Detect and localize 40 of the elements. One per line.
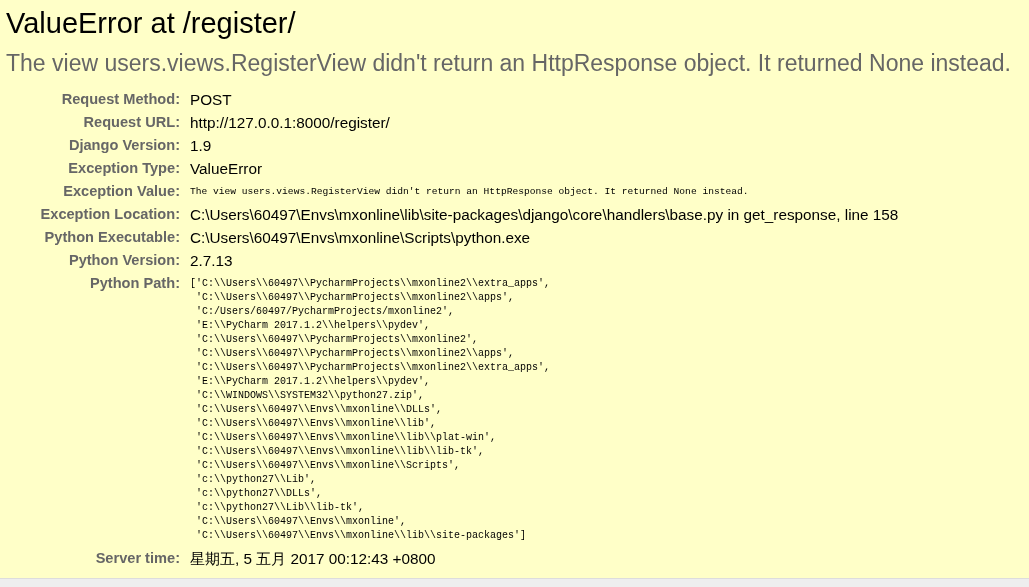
field-label: Server time: (94, 549, 180, 568)
path-line: 'C:\\Users\\60497\\Envs\\mxonline\\Scripts', (195, 459, 461, 473)
path-line: 'C:\\Users\\60497\\PycharmProjects\\mxonline2\\extra_apps', (195, 361, 551, 375)
path-line: ['C:\\Users\\60497\\PycharmProjects\\mxonline2\\extra_apps', (190, 277, 551, 291)
path-line: 'C:\\Users\\60497\\PycharmProjects\\mxonline2', (195, 333, 479, 347)
path-line: 'c:\\python27\\DLLs', (195, 487, 323, 501)
field-value: POST (190, 90, 233, 110)
path-line: 'c:\\python27\\Lib\\lib-tk', (195, 501, 365, 515)
field-label: Request URL: (82, 113, 180, 132)
path-line: 'C:\\Users\\60497\\Envs\\mxonline\\lib\\plat-win', (195, 431, 497, 445)
field-label: Django Version: (67, 136, 180, 155)
path-line: 'c:\\python27\\Lib', (195, 473, 317, 487)
field-value: C:\Users\60497\Envs\mxonline\Scripts\python.exe (190, 228, 532, 248)
field-label: Exception Location: (39, 205, 180, 224)
field-value: 1.9 (190, 136, 213, 156)
error-message: The view users.views.RegisterView didn't return an HttpResponse object. It returned None instead. (6, 50, 1012, 76)
path-line: 'E:\\PyCharm 2017.1.2\\helpers\\pydev', (195, 319, 431, 333)
field-value: C:\Users\60497\Envs\mxonline\lib\site-packages\django\core\handlers\base.py in get_response, line 158 (190, 205, 900, 225)
field-value: http://127.0.0.1:8000/register/ (190, 113, 391, 133)
error-title: ValueError at /register/ (6, 6, 297, 40)
path-line: 'C:\\WINDOWS\\SYSTEM32\\python27.zip', (195, 389, 425, 403)
field-label: Request Method: (60, 90, 180, 109)
path-line: 'C:\\Users\\60497\\Envs\\mxonline\\lib', (195, 417, 437, 431)
field-label: Exception Value: (62, 182, 180, 201)
field-label: Python Version: (67, 251, 180, 270)
path-line: 'C:\\Users\\60497\\Envs\\mxonline\\DLLs', (195, 403, 443, 417)
path-line: 'E:\\PyCharm 2017.1.2\\helpers\\pydev', (195, 375, 431, 389)
field-label: Python Path: (89, 274, 180, 293)
path-line: 'C:/Users/60497/PycharmProjects/mxonline2', (195, 305, 455, 319)
field-value: 星期五, 5 五月 2017 00:12:43 +0800 (190, 549, 437, 569)
field-value: The view users.views.RegisterView didn't return an HttpResponse object. It returned None instead. (190, 185, 750, 199)
field-label: Exception Type: (67, 159, 180, 178)
field-value: 2.7.13 (190, 251, 234, 271)
field-value: ValueError (190, 159, 263, 179)
path-line: 'C:\\Users\\60497\\Envs\\mxonline\\lib\\site-packages'] (195, 529, 527, 543)
path-line: 'C:\\Users\\60497\\PycharmProjects\\mxonline2\\apps', (195, 291, 515, 305)
field-label: Python Executable: (43, 228, 180, 247)
path-line: 'C:\\Users\\60497\\Envs\\mxonline', (195, 515, 407, 529)
path-line: 'C:\\Users\\60497\\PycharmProjects\\mxonline2\\apps', (195, 347, 515, 361)
path-line: 'C:\\Users\\60497\\Envs\\mxonline\\lib\\lib-tk', (195, 445, 485, 459)
